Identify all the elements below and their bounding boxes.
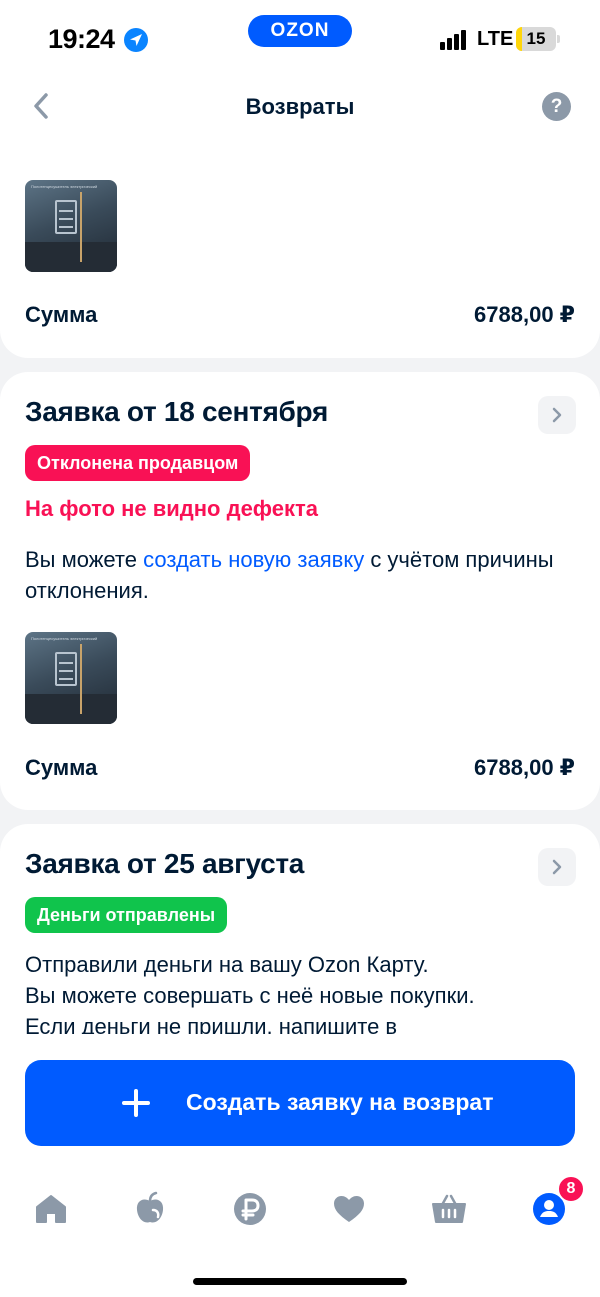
notification-badge: 8 bbox=[557, 1175, 585, 1203]
fresh-icon bbox=[136, 1191, 164, 1223]
chevron-right-icon bbox=[552, 859, 562, 875]
page-title: Возвраты bbox=[245, 94, 355, 119]
product-thumbnail[interactable]: Полотенцесушитель электрический bbox=[25, 180, 117, 272]
create-new-request-link[interactable]: создать новую заявку bbox=[143, 547, 364, 572]
location-arrow-icon bbox=[124, 28, 148, 52]
desc-line: Отправили деньги на вашу Ozon Карту. bbox=[25, 952, 429, 977]
status-bar: 19:24 OZON LTE 15 bbox=[0, 0, 600, 75]
return-card[interactable]: Заявка от 18 сентября Отклонена продавцо… bbox=[0, 372, 600, 810]
desc-line: Вы можете совершать с неё новые покупки. bbox=[25, 983, 475, 1008]
navigation-header: Возвраты ? bbox=[0, 75, 600, 139]
desc-text: Вы можете bbox=[25, 547, 144, 572]
status-time: 19:24 bbox=[48, 24, 115, 54]
network-type: LTE bbox=[477, 28, 514, 50]
create-return-label: Создать заявку на возврат bbox=[186, 1089, 494, 1115]
sum-label: Сумма bbox=[25, 755, 98, 780]
tab-fresh[interactable] bbox=[125, 1184, 175, 1234]
returns-list[interactable]: Полотенцесушитель электрический Сумма 67… bbox=[0, 139, 600, 1034]
tab-cart[interactable] bbox=[424, 1184, 474, 1234]
create-return-button[interactable]: Создать заявку на возврат bbox=[25, 1060, 575, 1146]
home-indicator bbox=[193, 1278, 407, 1285]
sum-value: 6788,00 ₽ bbox=[474, 755, 575, 780]
product-thumbnail[interactable]: Полотенцесушитель электрический bbox=[25, 632, 117, 724]
status-badge: Деньги отправлены bbox=[25, 897, 228, 933]
request-description: Отправили деньги на вашу Ozon Карту. Вы … bbox=[25, 949, 575, 1034]
signal-icon bbox=[440, 30, 470, 50]
basket-icon bbox=[432, 1194, 466, 1223]
battery-level: 15 bbox=[526, 29, 546, 48]
plus-icon bbox=[122, 1089, 150, 1117]
return-request-title[interactable]: Заявка от 18 сентября bbox=[25, 396, 328, 428]
return-request-title[interactable]: Заявка от 25 августа bbox=[25, 848, 304, 880]
status-badge: Отклонена продавцом bbox=[25, 445, 251, 481]
request-description: Вы можете создать новую заявку с учётом … bbox=[25, 544, 575, 606]
tab-finance[interactable] bbox=[225, 1184, 275, 1234]
rejection-reason: На фото не видно дефекта bbox=[25, 496, 319, 521]
battery-icon: 15 bbox=[516, 27, 556, 51]
open-request-button[interactable] bbox=[538, 848, 576, 886]
bottom-panel: Создать заявку на возврат 8 bbox=[0, 1034, 600, 1297]
ozon-logo: OZON bbox=[248, 15, 352, 47]
ruble-icon bbox=[234, 1193, 266, 1225]
help-button[interactable]: ? bbox=[542, 92, 571, 121]
desc-line: Если деньги не пришли, напишите в bbox=[25, 1014, 398, 1034]
return-card[interactable]: Полотенцесушитель электрический Сумма 67… bbox=[0, 139, 600, 358]
tab-home[interactable] bbox=[26, 1184, 76, 1234]
heart-icon bbox=[334, 1196, 364, 1222]
sum-label: Сумма bbox=[25, 302, 98, 327]
battery-tip bbox=[557, 35, 560, 43]
open-request-button[interactable] bbox=[538, 396, 576, 434]
return-card[interactable]: Заявка от 25 августа Деньги отправлены О… bbox=[0, 824, 600, 1034]
tab-bar bbox=[0, 1184, 600, 1234]
sum-value: 6788,00 ₽ bbox=[474, 302, 575, 327]
chevron-right-icon bbox=[552, 407, 562, 423]
home-icon bbox=[36, 1195, 66, 1223]
tab-favorites[interactable] bbox=[324, 1184, 374, 1234]
